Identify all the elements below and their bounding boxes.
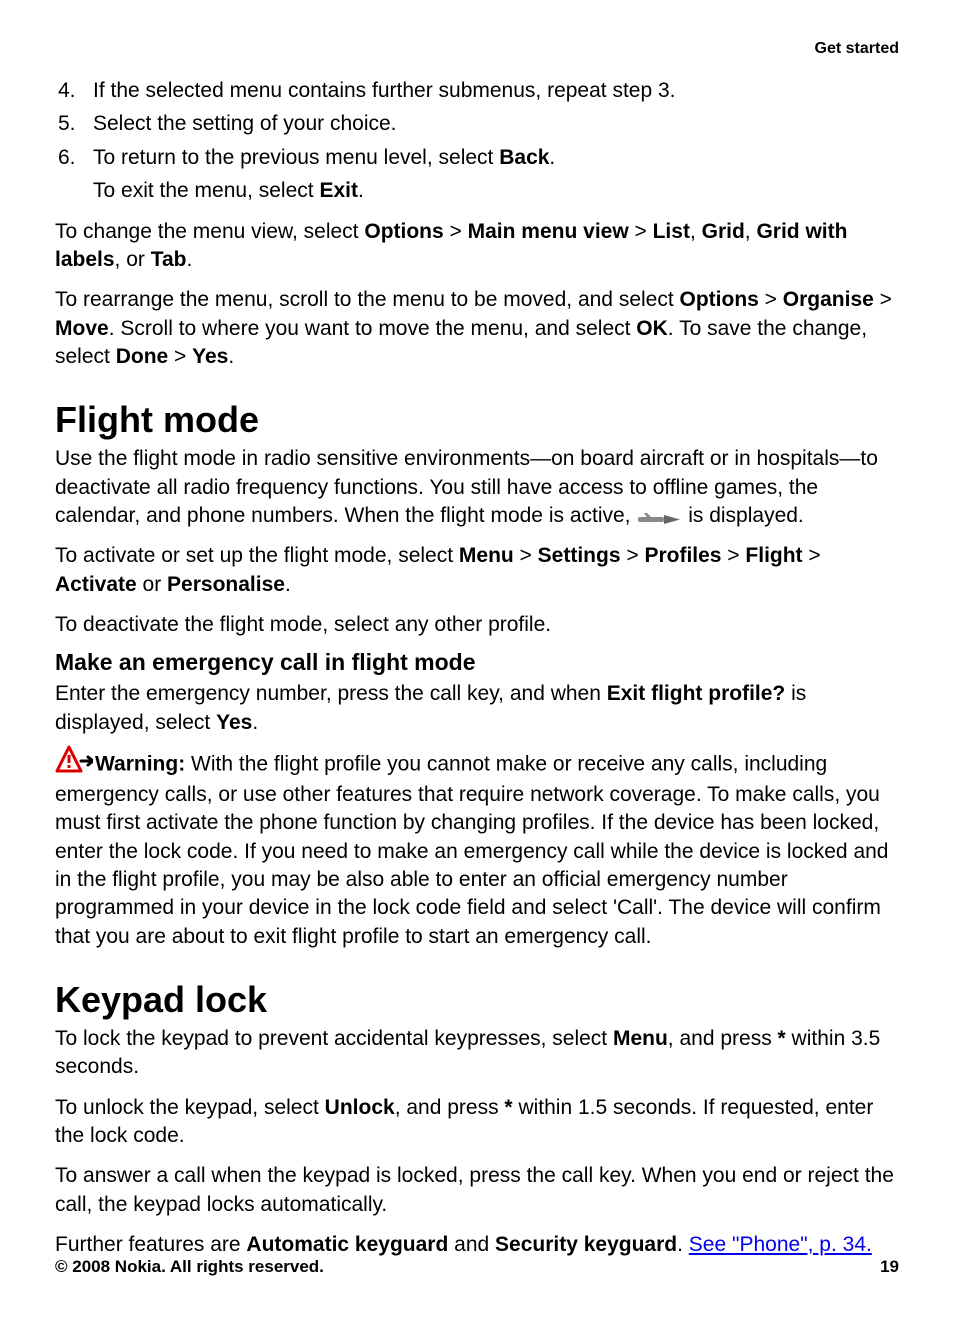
warning-icon	[55, 745, 93, 777]
list-number: 6.	[55, 143, 93, 172]
list-number: 5.	[55, 109, 93, 138]
paragraph-flight-intro: Use the flight mode in radio sensitive e…	[55, 445, 899, 530]
flight-mode-icon	[638, 508, 680, 525]
heading-keypad-lock: Keypad lock	[55, 979, 899, 1021]
heading-flight-mode: Flight mode	[55, 399, 899, 441]
paragraph-emergency: Enter the emergency number, press the ca…	[55, 680, 899, 737]
paragraph-keypad-call: To answer a call when the keypad is lock…	[55, 1162, 899, 1219]
list-item-5: 5. Select the setting of your choice.	[55, 109, 899, 138]
footer-page-number: 19	[880, 1257, 899, 1277]
paragraph-keypad-lock: To lock the keypad to prevent accidental…	[55, 1025, 899, 1082]
list-text: To return to the previous menu level, se…	[93, 143, 899, 172]
paragraph-rearrange: To rearrange the menu, scroll to the men…	[55, 286, 899, 371]
header-section: Get started	[55, 40, 899, 58]
list-number: 4.	[55, 76, 93, 105]
list-item-4: 4. If the selected menu contains further…	[55, 76, 899, 105]
link-phone-reference[interactable]: See "Phone", p. 34.	[689, 1233, 872, 1256]
paragraph-flight-activate: To activate or set up the flight mode, s…	[55, 542, 899, 599]
paragraph-keypad-unlock: To unlock the keypad, select Unlock, and…	[55, 1094, 899, 1151]
list-text: If the selected menu contains further su…	[93, 76, 899, 105]
heading-emergency-call: Make an emergency call in flight mode	[55, 649, 899, 676]
footer: © 2008 Nokia. All rights reserved. 19	[55, 1257, 899, 1277]
list-text: Select the setting of your choice.	[93, 109, 899, 138]
list-subtext: To exit the menu, select Exit.	[93, 176, 899, 205]
paragraph-menu-view: To change the menu view, select Options …	[55, 218, 899, 275]
paragraph-flight-deactivate: To deactivate the flight mode, select an…	[55, 611, 899, 639]
footer-copyright: © 2008 Nokia. All rights reserved.	[55, 1257, 324, 1277]
paragraph-keypad-features: Further features are Automatic keyguard …	[55, 1231, 899, 1259]
list-item-6: 6. To return to the previous menu level,…	[55, 143, 899, 172]
warning-block: Warning: With the flight profile you can…	[55, 749, 899, 951]
